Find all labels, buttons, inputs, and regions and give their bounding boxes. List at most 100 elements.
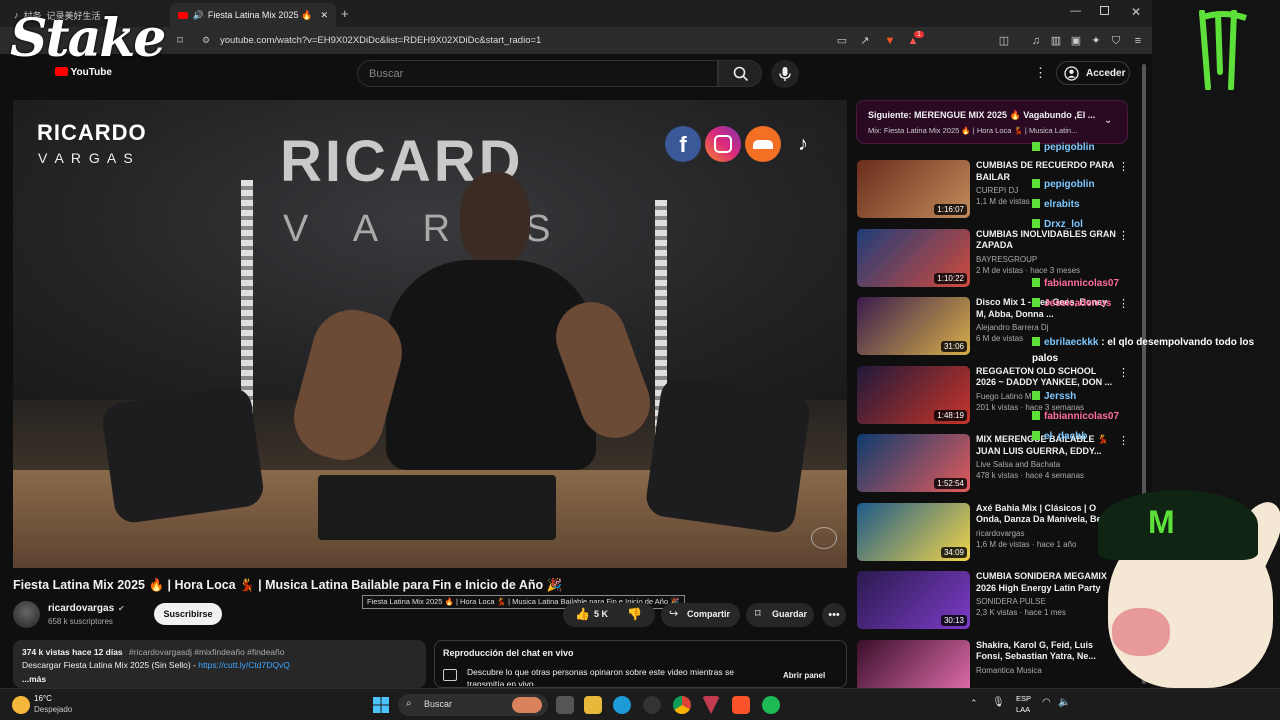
bookmark-icon[interactable]: ⌑ <box>172 33 188 49</box>
music-icon[interactable]: ♫ <box>1028 33 1044 49</box>
vpn-icon[interactable]: ⛉ <box>1108 33 1124 49</box>
recommendation-channel[interactable]: Romantica Musica <box>976 666 1042 675</box>
chat-replay-box: Reproducción del chat en vivo Descubre l… <box>434 640 847 688</box>
tiktok-social-icon: ♪ <box>785 126 821 162</box>
more-options-icon[interactable]: ⋮ <box>1118 229 1129 242</box>
ai-icon[interactable]: ✦ <box>1088 33 1104 49</box>
tab-active[interactable]: 🔊 Fiesta Latina Mix 2025 🔥 | Ho ✕ <box>170 3 336 27</box>
video-thumbnail[interactable]: 1:48:19 <box>857 365 970 424</box>
more-actions-button[interactable]: ••• <box>822 603 846 627</box>
split-view-icon[interactable]: ▥ <box>1048 33 1064 49</box>
more-options-icon[interactable]: ⋮ <box>1118 297 1129 310</box>
recommendation-channel[interactable]: Alejandro Barrera Dj <box>976 323 1048 332</box>
recommendation-title[interactable]: REGGAETON OLD SCHOOL 2026 ~ DADDY YANKEE… <box>976 366 1118 389</box>
address-bar: ⌑ ⚙ youtube.com/watch?v=EH9X02XDiDc&list… <box>0 27 1152 54</box>
video-duration: 31:06 <box>940 341 967 352</box>
chat-message: ebrilaeckkk : el qlo desempolvando todo … <box>1032 335 1262 367</box>
search-button[interactable] <box>718 60 762 87</box>
install-icon[interactable]: ▭ <box>834 33 850 49</box>
task-view-icon[interactable] <box>556 696 574 714</box>
more-options-icon[interactable]: ⋮ <box>1034 65 1047 81</box>
video-thumbnail[interactable]: 1:16:07 <box>857 160 970 218</box>
facebook-icon: f <box>665 126 701 162</box>
chat-icon <box>443 669 457 681</box>
minimize-icon[interactable]: — <box>1070 5 1081 17</box>
close-window-icon[interactable]: ✕ <box>1131 5 1141 19</box>
cap-logo-icon: M <box>1148 504 1175 540</box>
signin-button[interactable]: Acceder <box>1056 61 1130 85</box>
open-panel-button[interactable]: Abrir panel <box>783 671 825 680</box>
share-page-icon[interactable]: ↗ <box>857 33 873 49</box>
brave-icon[interactable] <box>732 696 750 714</box>
recommendation-channel[interactable]: BAYRESGROUP <box>976 255 1037 264</box>
app-dark-icon[interactable] <box>643 696 661 714</box>
wallet-icon[interactable]: ▣ <box>1068 33 1084 49</box>
new-tab-icon[interactable]: + <box>341 6 349 21</box>
more-options-icon[interactable]: ⋮ <box>1118 434 1129 447</box>
chrome-icon[interactable] <box>673 696 691 714</box>
branding-surname: V A R G A S <box>38 150 135 166</box>
recommendation-channel[interactable]: Live Salsa and Bachata <box>976 460 1060 469</box>
file-explorer-icon[interactable] <box>584 696 602 714</box>
more-options-icon[interactable]: ⋮ <box>1118 160 1129 173</box>
wifi-icon[interactable]: ◠ <box>1042 697 1051 708</box>
recommendation-channel[interactable]: SONIDERA PULSE <box>976 597 1046 606</box>
maximize-icon[interactable] <box>1100 6 1109 15</box>
video-player[interactable]: RICARD V A R S RICARDO V A R G A S f ♪ <box>13 100 847 568</box>
game-icon[interactable] <box>702 696 720 714</box>
video-thumbnail[interactable]: 1:52:54 <box>857 434 970 492</box>
more-options-icon[interactable]: ⋮ <box>1118 366 1129 379</box>
video-thumbnail[interactable]: 34:09 <box>857 502 970 561</box>
extension-badge: 1 <box>914 31 924 38</box>
recommendation-channel[interactable]: Fuego Latino M <box>976 392 1032 401</box>
share-label: Compartir <box>687 609 731 619</box>
start-button[interactable] <box>373 697 389 713</box>
channel-avatar[interactable] <box>13 601 40 628</box>
video-thumbnail[interactable]: 30:13 <box>857 571 970 629</box>
share-button[interactable]: ↪ Compartir <box>661 603 740 627</box>
channel-name[interactable]: ricardovargas <box>48 603 114 614</box>
chevron-down-icon[interactable]: ⌄ <box>1104 115 1112 126</box>
taskbar-search[interactable]: ⌕ Buscar <box>398 694 548 716</box>
dislike-icon[interactable]: 👎 <box>627 607 642 621</box>
chat-username: pepigoblin <box>1044 142 1095 153</box>
language-top[interactable]: ESP <box>1016 694 1031 703</box>
description-box[interactable]: 374 k vistas hace 12 días #ricardovargas… <box>13 640 426 688</box>
chat-badge-icon <box>1032 179 1040 188</box>
show-more-link[interactable]: ...más <box>22 674 46 684</box>
tray-chevron-icon[interactable]: ⌃ <box>970 698 978 709</box>
like-count: 5 K <box>594 609 609 619</box>
video-title: Fiesta Latina Mix 2025 🔥 | Hora Loca 💃 |… <box>13 578 563 592</box>
subscribe-button[interactable]: Suscribirse <box>154 603 222 625</box>
hashtags[interactable]: #ricardovargasdj #mixfindeaño #findeaño <box>129 647 284 657</box>
video-thumbnail[interactable]: 1:10:22 <box>857 228 970 287</box>
url-field[interactable]: ⚙ youtube.com/watch?v=EH9X02XDiDc&list=R… <box>195 31 815 50</box>
chat-username: pepigoblin <box>1044 179 1095 190</box>
menu-icon[interactable]: ≡ <box>1130 33 1146 49</box>
chat-message: Jerssh <box>1032 389 1076 405</box>
language-bottom[interactable]: LAA <box>1016 705 1030 714</box>
brave-shield-icon[interactable]: ▼ <box>882 33 898 49</box>
site-info-icon[interactable]: ⚙ <box>202 35 210 46</box>
spotify-icon[interactable] <box>762 696 780 714</box>
description-text: Descargar Fiesta Latina Mix 2025 (Sin Se… <box>22 660 199 670</box>
like-icon[interactable]: 👍 <box>575 607 590 621</box>
search-input[interactable]: Buscar <box>357 60 718 87</box>
close-tab-icon[interactable]: ✕ <box>320 10 328 21</box>
mic-tray-icon[interactable]: 🎙 <box>992 697 1005 708</box>
subscribe-label: Suscribirse <box>163 609 213 619</box>
description-link[interactable]: https://cutt.ly/Ctd7DQvQ <box>198 660 290 670</box>
video-thumbnail[interactable]: 31:06 <box>857 297 970 355</box>
recommendation-channel[interactable]: ricardovargas <box>976 529 1024 538</box>
video-duration: 34:09 <box>940 546 967 558</box>
youtube-tab-icon <box>178 11 188 19</box>
description-line: Descargar Fiesta Latina Mix 2025 (Sin Se… <box>22 660 290 670</box>
chat-badge-icon <box>1032 391 1040 400</box>
up-next-panel[interactable]: Siguiente: MERENGUE MIX 2025 🔥 Vagabundo… <box>856 100 1128 144</box>
sidebar-toggle-icon[interactable]: ◫ <box>996 33 1012 49</box>
voice-search-button[interactable] <box>771 60 799 88</box>
edge-icon[interactable] <box>613 696 631 714</box>
volume-icon[interactable]: 🔈 <box>1058 697 1070 708</box>
recommendation-channel[interactable]: CUREPI DJ <box>976 186 1018 195</box>
save-button[interactable]: ⌑ Guardar <box>746 603 814 627</box>
